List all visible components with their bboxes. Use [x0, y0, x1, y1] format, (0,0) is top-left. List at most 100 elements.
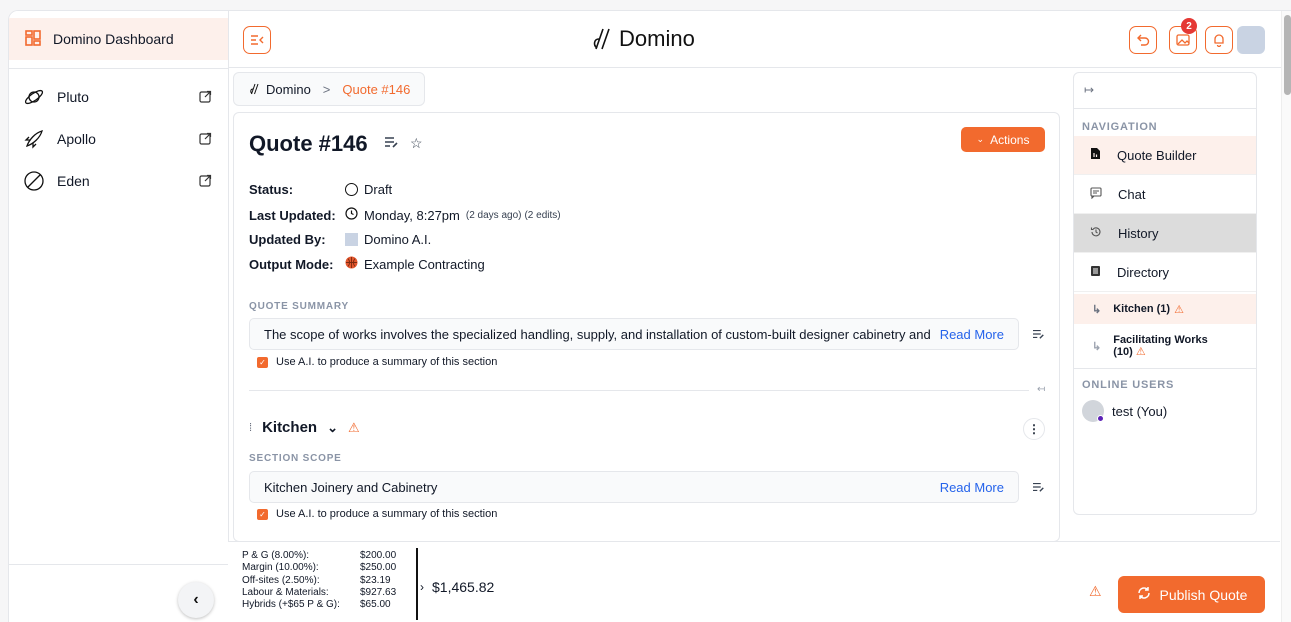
- section-header: ⁞ Kitchen ⌄ ⚠: [249, 419, 360, 436]
- cost-label: Off-sites (2.50%):: [242, 574, 320, 586]
- cost-row: Labour & Materials: $927.63: [242, 587, 396, 599]
- ai-summary-checkbox-row[interactable]: ✓ Use A.I. to produce a summary of this …: [257, 356, 497, 368]
- cost-row: Off-sites (2.50%): $23.19: [242, 575, 396, 587]
- sidebar-item-pluto[interactable]: Pluto: [9, 80, 228, 114]
- chevron-down-icon: ⌄: [976, 134, 985, 144]
- section-scope-heading: SECTION SCOPE: [249, 453, 342, 464]
- last-updated-ago: (2 days ago): [465, 209, 522, 221]
- cost-breakdown: P & G (8.00%): $200.00 Margin (10.00%): $2…: [242, 550, 396, 611]
- sidebar-item-apollo[interactable]: Apollo: [9, 122, 228, 156]
- notifications-button[interactable]: [1205, 26, 1233, 54]
- quote-summary-text: The scope of works involves the speciali…: [264, 326, 931, 342]
- chevron-down-icon[interactable]: ⌄: [327, 420, 338, 436]
- undo-button[interactable]: [1129, 26, 1157, 54]
- brand-name: Domino: [619, 26, 695, 51]
- last-updated-label: Last Updated:: [249, 207, 336, 223]
- menu-collapse-icon: [251, 35, 264, 45]
- document-icon: [1090, 147, 1101, 163]
- output-mode-value[interactable]: Example Contracting: [364, 257, 485, 272]
- publish-quote-button[interactable]: Publish Quote: [1118, 576, 1265, 613]
- cost-row: Margin (10.00%): $250.00: [242, 562, 396, 574]
- status-value: Draft: [364, 182, 393, 197]
- online-user[interactable]: test (You): [1082, 400, 1167, 422]
- nav-subitem-label: Facilitating Works: [1113, 334, 1208, 346]
- top-header: Domino 2: [229, 11, 1291, 68]
- sidebar-item-eden[interactable]: Eden: [9, 164, 228, 198]
- quote-summary-box[interactable]: The scope of works involves the speciali…: [249, 318, 1019, 350]
- domino-logo-icon: [250, 83, 259, 95]
- star-icon[interactable]: ☆: [410, 135, 423, 152]
- navigation-heading: NAVIGATION: [1082, 121, 1158, 133]
- cost-label: P & G (8.00%):: [242, 550, 310, 561]
- slashed-circle-icon: [23, 170, 45, 192]
- actions-button[interactable]: ⌄ Actions: [961, 127, 1045, 152]
- sidebar-item-label: Eden: [57, 173, 90, 189]
- edit-list-icon[interactable]: [384, 135, 400, 152]
- planet-icon: [23, 86, 45, 108]
- nav-subitem-facilitating-works[interactable]: ↳ Facilitating Works (10) ⚠: [1074, 328, 1256, 368]
- cost-value: $200.00: [360, 550, 397, 561]
- output-mode-row: Output Mode: Example Contracting: [249, 256, 485, 272]
- expand-panel-icon[interactable]: ↦: [1084, 83, 1094, 97]
- warning-icon: ⚠: [347, 419, 360, 435]
- sidebar-divider: [9, 68, 228, 69]
- rocket-icon: [23, 128, 45, 150]
- read-more-link[interactable]: Read More: [940, 480, 1004, 495]
- nav-item-quote-builder[interactable]: Quote Builder: [1074, 136, 1256, 175]
- updated-by-row: Updated By: Domino A.I.: [249, 232, 431, 247]
- cost-value: $65.00: [360, 599, 391, 611]
- chat-icon: [1090, 186, 1102, 202]
- nav-item-label: Directory: [1117, 264, 1170, 280]
- nav-item-directory[interactable]: Directory: [1074, 253, 1256, 292]
- sidebar-item-dashboard[interactable]: Domino Dashboard: [9, 18, 228, 60]
- avatar: [1082, 400, 1104, 422]
- title-actions: ☆: [384, 135, 423, 152]
- edit-list-icon[interactable]: [1032, 328, 1046, 343]
- nav-item-label: Chat: [1118, 186, 1146, 202]
- collapse-sidebar-button[interactable]: ‹: [178, 582, 214, 618]
- clock-icon: [345, 207, 358, 223]
- user-avatar[interactable]: [1237, 26, 1265, 54]
- collapse-left-icon[interactable]: ↤: [1037, 384, 1045, 395]
- updated-by-value: Domino A.I.: [364, 232, 432, 247]
- panel-divider: [1074, 108, 1256, 109]
- section-divider: [249, 390, 1029, 391]
- nav-item-chat[interactable]: Chat: [1074, 175, 1256, 214]
- nav-item-history[interactable]: History: [1074, 214, 1256, 253]
- read-more-link[interactable]: Read More: [940, 327, 1004, 342]
- directory-icon: [1090, 265, 1101, 280]
- cost-row: Hybrids (+$65 P & G): $65.00: [242, 599, 396, 611]
- nav-item-label: Quote Builder: [1117, 147, 1197, 163]
- edit-count[interactable]: (2 edits): [524, 210, 560, 221]
- draft-circle-icon: [345, 183, 358, 196]
- cost-value: $23.19: [360, 574, 391, 586]
- warning-icon[interactable]: ⚠: [1089, 583, 1102, 600]
- chevron-right-icon: ›: [420, 580, 424, 594]
- sidebar-item-label: Apollo: [57, 131, 96, 147]
- status-label: Status:: [249, 182, 294, 197]
- section-title: Kitchen: [262, 419, 318, 436]
- ai-summary-checkbox[interactable]: ✓: [257, 356, 268, 368]
- section-scope-box[interactable]: Kitchen Joinery and Cabinetry Read More: [249, 471, 1019, 503]
- image-icon: [1176, 34, 1190, 46]
- ai-summary-checkbox[interactable]: ✓: [257, 508, 268, 520]
- actions-button-label: Actions: [990, 132, 1030, 147]
- toggle-menu-button[interactable]: [243, 26, 271, 54]
- external-link-icon[interactable]: [199, 132, 212, 145]
- ai-summary-checkbox-row[interactable]: ✓ Use A.I. to produce a summary of this …: [257, 508, 497, 520]
- publish-button-label: Publish Quote: [1159, 586, 1248, 603]
- nav-subitem-kitchen[interactable]: ↳ Kitchen (1) ⚠: [1074, 294, 1256, 324]
- edit-list-icon[interactable]: [1032, 481, 1046, 496]
- section-options-button[interactable]: ⋮: [1023, 418, 1045, 440]
- breadcrumb-separator: >: [322, 81, 331, 97]
- warning-icon: ⚠: [1135, 346, 1146, 358]
- external-link-icon[interactable]: [199, 174, 212, 187]
- cost-footer: P & G (8.00%): $200.00 Margin (10.00%): $2…: [228, 541, 1280, 622]
- drag-handle-icon[interactable]: ⁞: [249, 422, 252, 434]
- bracket-divider: [416, 548, 418, 620]
- page-scrollbar[interactable]: [1281, 11, 1291, 622]
- cost-row: P & G (8.00%): $200.00: [242, 550, 396, 562]
- breadcrumb-home-link[interactable]: Domino: [266, 82, 311, 97]
- scrollbar-thumb[interactable]: [1284, 15, 1291, 95]
- external-link-icon[interactable]: [199, 90, 212, 103]
